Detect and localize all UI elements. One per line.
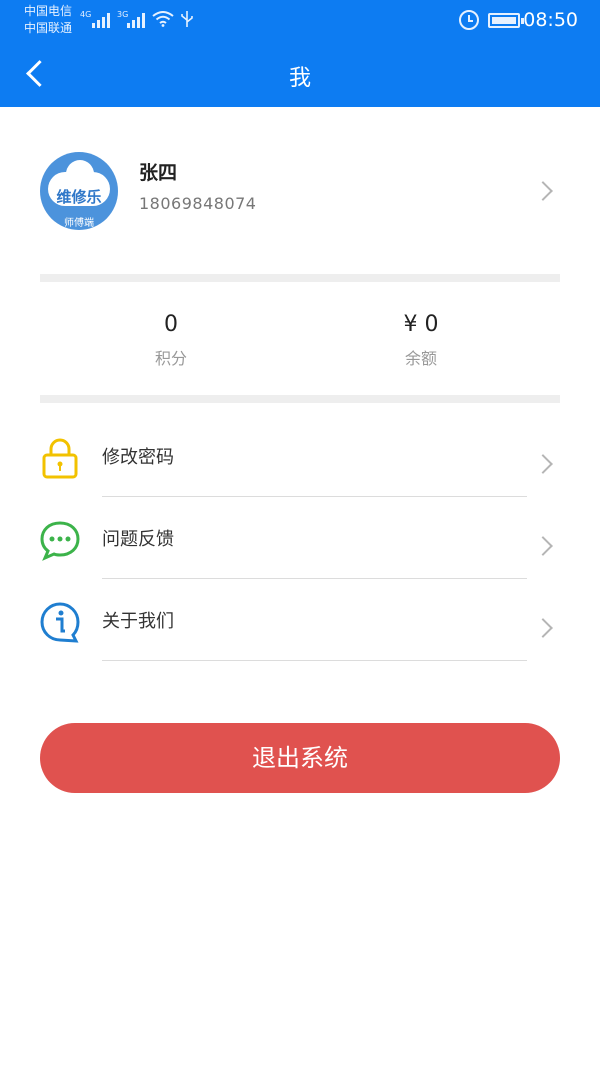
- menu-item-feedback[interactable]: 问题反馈: [0, 497, 600, 579]
- menu-item-change-password[interactable]: 修改密码: [0, 415, 600, 497]
- chevron-right-icon: [533, 618, 553, 638]
- info-icon: [40, 602, 80, 643]
- user-phone: 18069848074: [139, 194, 257, 213]
- section-divider: [40, 395, 560, 403]
- user-name: 张四: [139, 162, 178, 184]
- menu-item-label: 问题反馈: [102, 529, 174, 550]
- carrier-info: 中国电信 中国联通: [24, 3, 72, 37]
- battery-icon: [488, 13, 524, 28]
- avatar-logo-text: 维修乐: [56, 188, 102, 206]
- avatar-sub-text: 师傅端: [64, 218, 94, 229]
- top-bar: 中国电信 中国联通 4G 3G 08:50 我: [0, 0, 600, 107]
- navigation-bar: 我: [0, 42, 600, 107]
- balance-label: 余额: [404, 349, 437, 368]
- points-label: 积分: [154, 349, 187, 368]
- balance-stat[interactable]: ¥ 0 余额: [321, 312, 521, 369]
- chevron-right-icon: [533, 536, 553, 556]
- page-title: 我: [288, 66, 311, 91]
- usb-icon: [181, 11, 193, 27]
- logout-button[interactable]: 退出系统: [40, 723, 560, 793]
- carrier-1: 中国电信: [24, 4, 73, 18]
- alarm-icon: [459, 10, 479, 30]
- points-value: 0: [164, 312, 178, 337]
- net-type-1: 4G: [80, 10, 92, 19]
- menu-item-about-us[interactable]: 关于我们: [0, 579, 600, 661]
- balance-value: ¥ 0: [403, 312, 439, 337]
- profile-card[interactable]: 维修乐 师傅端 张四 18069848074: [0, 140, 600, 250]
- section-divider: [40, 274, 560, 282]
- lock-icon: [42, 438, 78, 479]
- avatar: 维修乐 师傅端: [40, 152, 118, 230]
- chat-bubble-icon: [40, 521, 80, 561]
- clock: 08:50: [523, 9, 578, 31]
- carrier-2: 中国联通: [24, 21, 73, 35]
- wifi-icon: [152, 11, 174, 27]
- divider: [102, 660, 527, 661]
- chevron-right-icon: [533, 454, 553, 474]
- points-stat[interactable]: 0 积分: [71, 312, 271, 369]
- chevron-right-icon: [533, 181, 553, 201]
- menu-item-label: 关于我们: [102, 611, 174, 632]
- menu-item-label: 修改密码: [102, 447, 174, 468]
- status-bar: 中国电信 中国联通 4G 3G 08:50: [0, 0, 600, 42]
- stats-row: 0 积分 ¥ 0 余额: [0, 300, 600, 390]
